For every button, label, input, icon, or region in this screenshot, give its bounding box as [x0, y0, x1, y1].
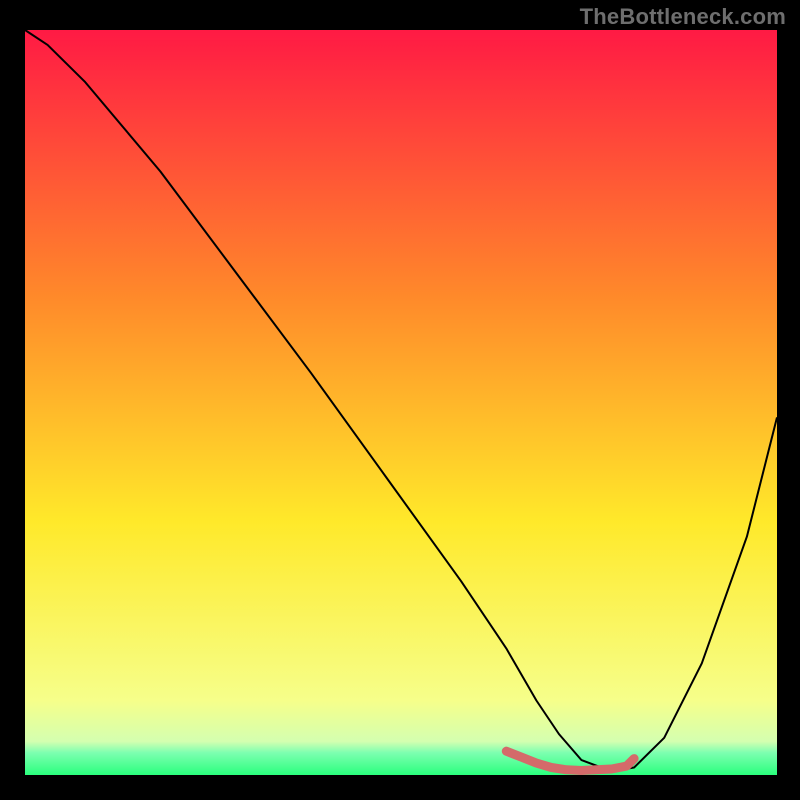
chart-frame: TheBottleneck.com	[0, 0, 800, 800]
chart-svg	[0, 0, 800, 800]
plot-background	[25, 30, 777, 775]
